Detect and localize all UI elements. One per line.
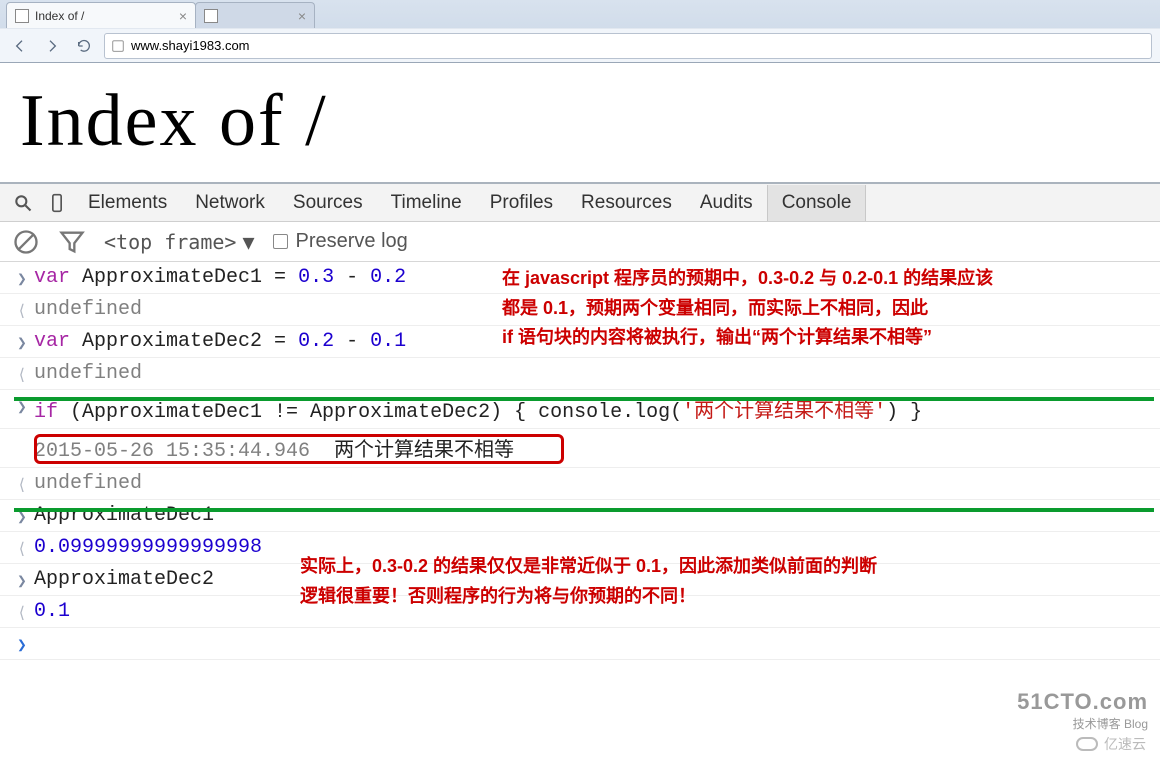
annotation-divider [14, 508, 1154, 512]
globe-icon [111, 39, 125, 53]
return-arrow-icon: ⟨ [10, 600, 34, 623]
annotation-text-2: 实际上，0.3-0.2 的结果仅仅是非常近似于 0.1，因此添加类似前面的判断 … [300, 552, 877, 611]
browser-tab-active[interactable]: Index of / × [6, 2, 196, 28]
url-input[interactable] [131, 38, 1145, 53]
console-code: var ApproximateDec1 = 0.3 - 0.2 [34, 266, 406, 289]
cloud-icon [1076, 737, 1098, 751]
console-code: undefined [34, 362, 142, 385]
devtools-tab-console[interactable]: Console [767, 185, 867, 221]
devtools-tab-sources[interactable]: Sources [279, 185, 377, 221]
page-favicon-icon [15, 9, 29, 23]
console-code: var ApproximateDec2 = 0.2 - 0.1 [34, 330, 406, 353]
return-arrow-icon [10, 433, 34, 436]
console-toolbar: <top frame> ▼ Preserve log [0, 222, 1160, 262]
prompt-arrow-icon: ❯ [10, 266, 34, 289]
checkbox-icon[interactable] [273, 234, 288, 249]
console-code: undefined [34, 298, 142, 321]
arrow-right-icon [44, 38, 60, 54]
mobile-icon [47, 193, 67, 213]
devtools-tab-audits[interactable]: Audits [686, 185, 767, 221]
console-line: ❯ApproximateDec1 [0, 500, 1160, 532]
browser-chrome: Index of / × × [0, 0, 1160, 63]
frame-selector[interactable]: <top frame> ▼ [104, 230, 255, 254]
devtools-tab-timeline[interactable]: Timeline [377, 185, 476, 221]
no-sign-icon [12, 228, 40, 256]
console-code: undefined [34, 472, 142, 495]
return-arrow-icon: ⟨ [10, 472, 34, 495]
console-line: ⟨undefined [0, 358, 1160, 390]
watermark-51cto: 51CTO.com 技术博客 Blog [1017, 689, 1148, 732]
annotation-divider [14, 397, 1154, 401]
preserve-log-label: Preserve log [296, 230, 408, 253]
console-code: ApproximateDec2 [34, 568, 214, 591]
arrow-left-icon [12, 38, 28, 54]
devtools-search-button[interactable] [6, 186, 40, 220]
search-icon [13, 193, 33, 213]
page-title: Index of / [20, 79, 1140, 164]
funnel-icon [58, 228, 86, 256]
prompt-arrow-icon: ❯ [10, 330, 34, 353]
chevron-down-icon: ▼ [242, 230, 254, 254]
console-code: 0.09999999999999998 [34, 536, 262, 559]
browser-tab-inactive[interactable]: × [195, 2, 315, 28]
console-code: 0.1 [34, 600, 70, 623]
devtools-tab-network[interactable]: Network [181, 185, 279, 221]
tab-title: Index of / [35, 9, 84, 23]
console-line: ❯ [0, 628, 1160, 660]
preserve-log-toggle[interactable]: Preserve log [273, 230, 408, 253]
clear-console-button[interactable] [12, 228, 40, 256]
return-arrow-icon: ⟨ [10, 298, 34, 321]
address-bar[interactable] [104, 33, 1152, 59]
tab-bar: Index of / × × [0, 0, 1160, 28]
tab-close-icon[interactable]: × [298, 9, 306, 23]
watermark-yisu: 亿速云 [1076, 734, 1146, 754]
devtools-tab-resources[interactable]: Resources [567, 185, 686, 221]
prompt-arrow-icon: ❯ [10, 568, 34, 591]
annotation-highlight-box [34, 434, 564, 464]
annotation-text-1: 在 javascript 程序员的预期中，0.3-0.2 与 0.2-0.1 的… [502, 264, 993, 353]
devtools-tab-bar: Elements Network Sources Timeline Profil… [0, 184, 1160, 222]
prompt-arrow-icon: ❯ [10, 632, 34, 655]
nav-back-button[interactable] [8, 34, 32, 58]
console-output[interactable]: 在 javascript 程序员的预期中，0.3-0.2 与 0.2-0.1 的… [0, 262, 1160, 660]
nav-reload-button[interactable] [72, 34, 96, 58]
console-line: ⟨undefined [0, 468, 1160, 500]
frame-label: <top frame> [104, 230, 236, 254]
devtools-tab-elements[interactable]: Elements [74, 185, 181, 221]
devtools-device-button[interactable] [40, 186, 74, 220]
return-arrow-icon: ⟨ [10, 536, 34, 559]
page-content: Index of / [0, 63, 1160, 164]
filter-button[interactable] [58, 228, 86, 256]
page-favicon-icon [204, 9, 218, 23]
nav-forward-button[interactable] [40, 34, 64, 58]
console-line: ❯if (ApproximateDec1 != ApproximateDec2)… [0, 390, 1160, 429]
tab-close-icon[interactable]: × [179, 9, 187, 23]
devtools-tab-profiles[interactable]: Profiles [476, 185, 567, 221]
devtools-panel: Elements Network Sources Timeline Profil… [0, 182, 1160, 660]
return-arrow-icon: ⟨ [10, 362, 34, 385]
reload-icon [76, 38, 92, 54]
nav-toolbar [0, 28, 1160, 62]
